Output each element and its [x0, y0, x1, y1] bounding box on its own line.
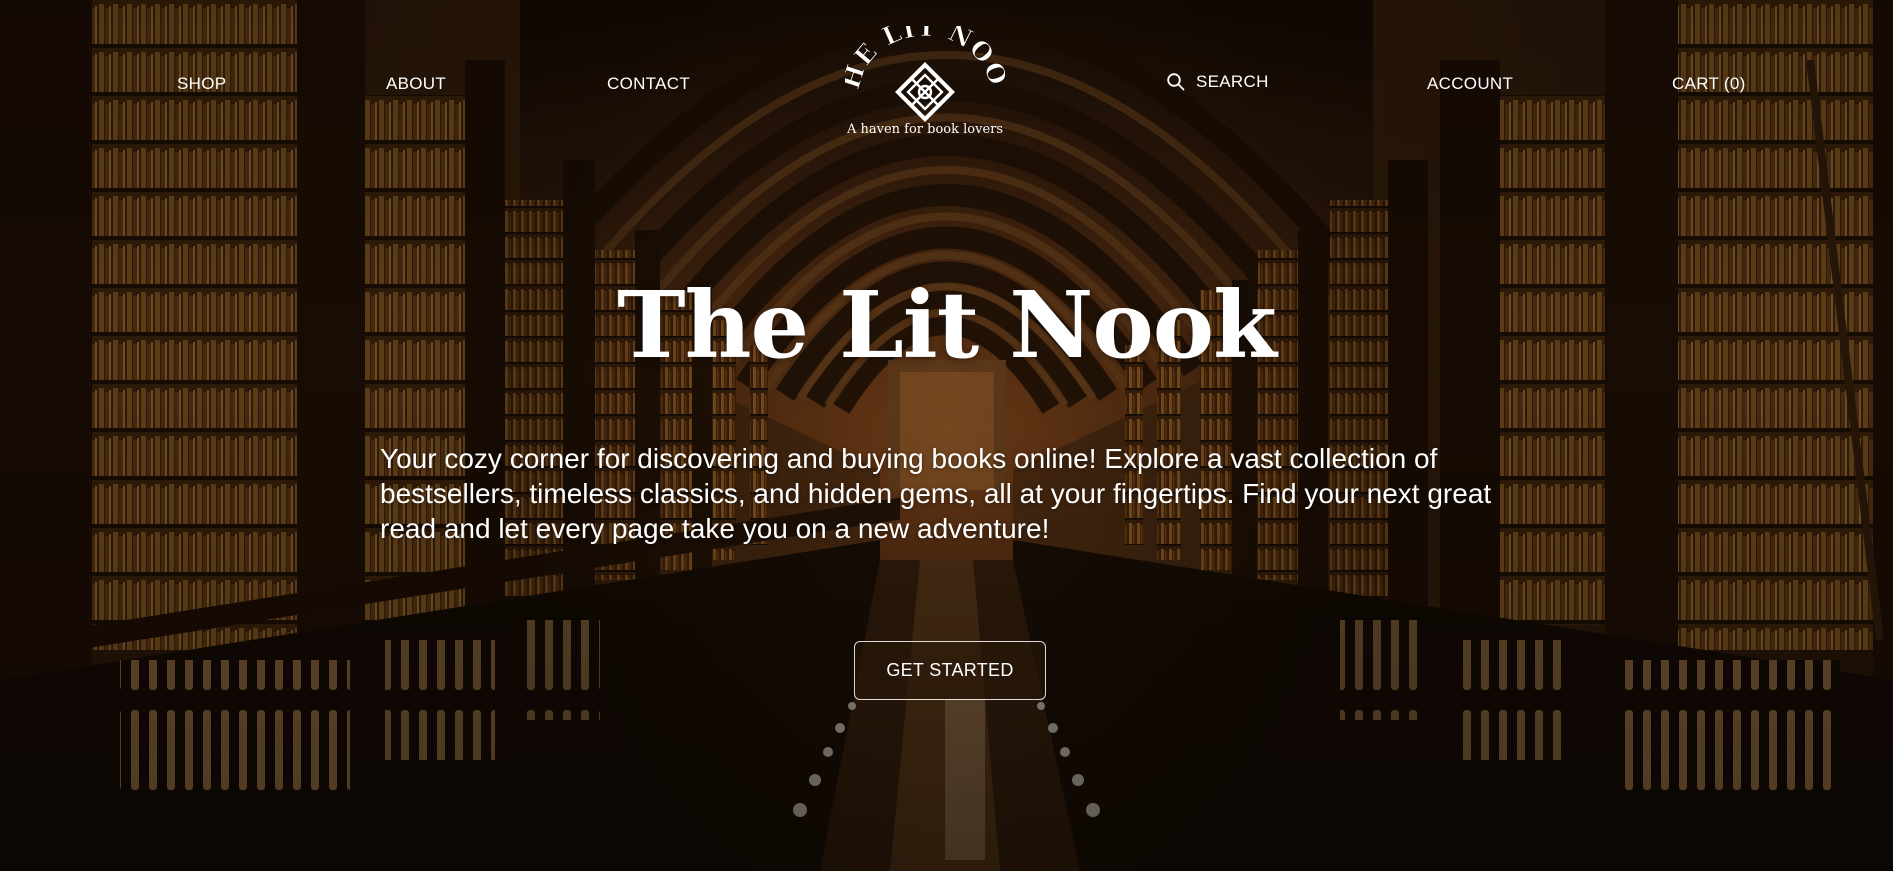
- nav-link-cart[interactable]: CART (0): [1672, 74, 1746, 94]
- hero-title: The Lit Nook: [617, 271, 1277, 379]
- logo-tagline: A haven for book lovers: [846, 122, 1004, 137]
- search-icon: [1167, 73, 1185, 91]
- top-navigation: SHOP ABOUT CONTACT THE LIT NOOK A haven …: [0, 0, 1893, 150]
- nav-link-account[interactable]: ACCOUNT: [1427, 74, 1513, 94]
- nav-search-button[interactable]: SEARCH: [1166, 72, 1269, 92]
- site-logo[interactable]: THE LIT NOOK A haven for book lovers: [833, 3, 1012, 144]
- nav-link-contact[interactable]: CONTACT: [607, 74, 690, 94]
- svg-text:THE LIT NOOK: THE LIT NOOK: [845, 26, 1005, 93]
- get-started-button[interactable]: GET STARTED: [854, 641, 1046, 700]
- nav-search-label: SEARCH: [1196, 72, 1269, 91]
- nav-link-shop[interactable]: SHOP: [177, 74, 226, 94]
- hero-description: Your cozy corner for discovering and buy…: [380, 443, 1492, 544]
- nav-link-about[interactable]: ABOUT: [386, 74, 446, 94]
